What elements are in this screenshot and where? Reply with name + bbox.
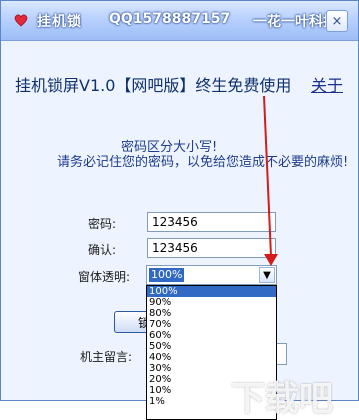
title-bar[interactable]: 挂机锁 QQ1578887157 一花一叶科技 × — [1, 1, 358, 41]
main-panel: 挂机锁屏V1.0【网吧版】终生免费使用 关于 密码区分大小写! 请务必记住您的密… — [1, 41, 358, 420]
app-window: 挂机锁 QQ1578887157 一花一叶科技 × 挂机锁屏V1.0【网吧版】终… — [0, 0, 359, 420]
chevron-down-icon: ▼ — [263, 269, 271, 281]
dropdown-option[interactable]: 90% — [147, 297, 276, 308]
app-title: 挂机锁 — [37, 14, 82, 30]
dropdown-option[interactable]: 70% — [147, 319, 276, 330]
dropdown-option[interactable]: 50% — [147, 341, 276, 352]
confirm-value: 123456 — [152, 241, 198, 255]
about-link[interactable]: 关于 — [311, 72, 343, 96]
password-label: 密码: — [88, 217, 117, 231]
opacity-selected-value: 100% — [149, 268, 185, 282]
title-qq: QQ1578887157 — [109, 11, 231, 27]
dropdown-button[interactable]: ▼ — [259, 267, 275, 283]
password-value: 123456 — [152, 215, 198, 229]
dropdown-option[interactable]: 80% — [147, 308, 276, 319]
page-title: 挂机锁屏V1.0【网吧版】终生免费使用 — [15, 76, 292, 95]
dropdown-option[interactable]: 60% — [147, 330, 276, 341]
close-icon: × — [331, 13, 343, 29]
arrow-annotation — [263, 95, 278, 266]
opacity-select[interactable]: 100% ▼ — [146, 265, 277, 285]
opacity-label: 窗体透明: — [78, 270, 131, 284]
message-label: 机主留言: — [80, 350, 133, 364]
title-brand: 一花一叶科技 — [253, 14, 337, 30]
confirm-label: 确认: — [88, 243, 117, 257]
remember-password-notice: 请务必记住您的密码，以免给您造成不必要的麻烦! — [57, 155, 349, 170]
dropdown-option[interactable]: 40% — [147, 352, 276, 363]
heart-icon — [14, 14, 28, 27]
dropdown-option[interactable]: 100% — [147, 286, 276, 297]
close-button[interactable]: × — [326, 10, 348, 32]
watermark: 下载吧 — [231, 379, 333, 419]
